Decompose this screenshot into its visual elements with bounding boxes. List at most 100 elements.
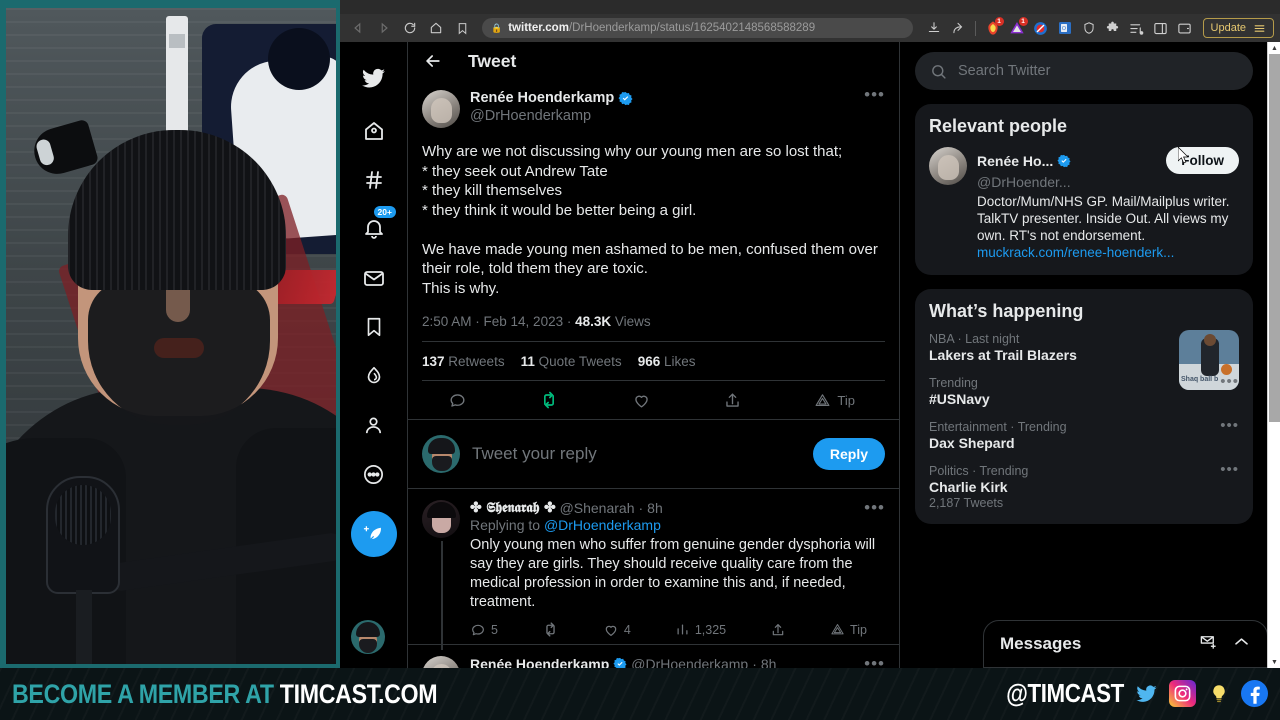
- downloads-icon[interactable]: [923, 17, 945, 39]
- comment-row: Renée Hoenderkamp @DrHoenderkamp · 8h ••…: [408, 644, 899, 668]
- back-icon[interactable]: [422, 50, 444, 72]
- sidebar-item-twitter-blue[interactable]: [352, 354, 396, 398]
- verified-badge-icon: [1057, 154, 1071, 167]
- bookmark-icon[interactable]: [450, 17, 474, 39]
- honey-extension-icon[interactable]: 1: [982, 17, 1004, 39]
- page-title: Tweet: [468, 50, 517, 71]
- like-action-icon[interactable]: [632, 391, 651, 410]
- alert-extension-icon[interactable]: 1: [1006, 17, 1028, 39]
- comment-like-action[interactable]: 4: [603, 622, 631, 638]
- sidebar-item-notifications[interactable]: 20+: [352, 206, 396, 251]
- forward-arrow-icon[interactable]: [372, 17, 396, 39]
- trend-item[interactable]: Entertainment · Trending Dax Shepard •••: [929, 418, 1239, 451]
- relevant-person-avatar[interactable]: [929, 147, 967, 185]
- sidebar-item-profile[interactable]: [352, 403, 396, 447]
- trend-more-icon[interactable]: •••: [1220, 462, 1239, 477]
- trend-name: Dax Shepard: [929, 435, 1015, 451]
- comment-time-sep: ·: [752, 656, 757, 668]
- wallet-icon[interactable]: [1174, 17, 1196, 39]
- tip-action[interactable]: Tip: [814, 392, 855, 409]
- notifications-badge: 20+: [373, 206, 396, 218]
- bio-link[interactable]: muckrack.com/renee-hoenderk...: [977, 245, 1174, 260]
- author-name-row: Renée Hoenderkamp: [470, 90, 633, 107]
- reply-action-icon[interactable]: [448, 391, 467, 410]
- webcam-video: [6, 8, 336, 664]
- comment-more-icon[interactable]: •••: [864, 655, 885, 668]
- collections-icon[interactable]: [1126, 17, 1148, 39]
- comment-retweet-action[interactable]: [542, 621, 559, 638]
- sidebar-item-messages[interactable]: [352, 256, 396, 300]
- chevron-up-icon[interactable]: [1232, 632, 1251, 656]
- comment-more-icon[interactable]: •••: [864, 499, 885, 516]
- thumb-player-head: [1204, 334, 1216, 346]
- trend-item[interactable]: NBA · Last night Lakers at Trail Blazers…: [929, 330, 1239, 390]
- comment-avatar[interactable]: [422, 500, 460, 538]
- verified-badge-icon: [613, 657, 627, 668]
- scrollbar-thumb[interactable]: [1269, 54, 1280, 422]
- svg-text:O: O: [1061, 26, 1065, 32]
- browser-tab-strip[interactable]: [340, 0, 1280, 14]
- tweet-author-row: Renée Hoenderkamp @DrHoenderkamp •••: [422, 86, 885, 128]
- relevant-person-info: Renée Ho... Follow @DrHoender... Doctor/…: [977, 147, 1239, 261]
- author-handle: @DrHoenderkamp: [470, 108, 592, 124]
- split-screen-icon[interactable]: [1150, 17, 1172, 39]
- follow-button[interactable]: Follow: [1166, 147, 1239, 174]
- scroll-down-arrow[interactable]: ▼: [1268, 656, 1280, 668]
- comment-replies-count: 5: [491, 622, 498, 637]
- retweets-stat[interactable]: 137 Retweets: [422, 354, 505, 369]
- update-button[interactable]: Update: [1202, 18, 1274, 38]
- tip-label: Tip: [837, 392, 855, 408]
- reply-composer[interactable]: Tweet your reply Reply: [408, 420, 899, 488]
- puzzle-extensions-icon[interactable]: [1102, 17, 1124, 39]
- sidebar-item-more[interactable]: [352, 452, 396, 496]
- screen: 🔒 twitter.com/DrHoenderkamp/status/16254…: [0, 0, 1280, 720]
- share-action-icon[interactable]: [723, 391, 742, 410]
- reply-input[interactable]: Tweet your reply: [472, 444, 801, 464]
- new-message-icon[interactable]: [1199, 632, 1218, 656]
- comment-tip-action[interactable]: Tip: [830, 622, 867, 637]
- author-avatar[interactable]: [422, 90, 460, 128]
- home-icon[interactable]: [424, 17, 448, 39]
- twitter-logo[interactable]: [352, 56, 396, 100]
- your-avatar[interactable]: [422, 435, 460, 473]
- relevant-person[interactable]: Renée Ho... Follow @DrHoender... Doctor/…: [929, 147, 1239, 261]
- comment-handle: @DrHoenderkamp: [631, 656, 749, 668]
- comment-avatar[interactable]: [422, 656, 460, 668]
- comment-views-action[interactable]: 1,325: [675, 622, 726, 637]
- page-scrollbar[interactable]: ▲ ▼: [1267, 42, 1280, 668]
- comment-share-action[interactable]: [770, 622, 786, 638]
- replying-to-handle[interactable]: @DrHoenderkamp: [544, 517, 661, 533]
- shield-extension-icon[interactable]: [1078, 17, 1100, 39]
- trend-item[interactable]: Politics · Trending Charlie Kirk 2,187 T…: [929, 462, 1239, 510]
- trend-category: Politics · Trending: [929, 464, 1029, 478]
- avatar-beard: [359, 639, 377, 653]
- reply-button[interactable]: Reply: [812, 438, 885, 470]
- comment-reply-action[interactable]: 5: [470, 622, 498, 638]
- back-arrow-icon[interactable]: [346, 17, 370, 39]
- sidebar-item-bookmarks[interactable]: [352, 305, 396, 349]
- office-extension-icon[interactable]: O: [1054, 17, 1076, 39]
- tweet-more-icon[interactable]: •••: [864, 86, 885, 103]
- search-bar[interactable]: Search Twitter: [915, 52, 1253, 90]
- reload-icon[interactable]: [398, 17, 422, 39]
- adblock-extension-icon[interactable]: [1030, 17, 1052, 39]
- sidebar-item-home[interactable]: [352, 109, 396, 153]
- search-input[interactable]: Search Twitter: [958, 63, 1050, 79]
- messages-title: Messages: [1000, 634, 1082, 653]
- comment-row: ✤ 𝕾𝖍𝖊𝖓𝖆𝖗𝖆𝖍 ✤ @Shenarah · 8h ••• Replying…: [408, 488, 899, 650]
- trend-more-icon[interactable]: •••: [1220, 374, 1239, 389]
- sidebar-item-explore[interactable]: [352, 158, 396, 202]
- trend-item[interactable]: Trending #USNavy •••: [929, 374, 1239, 407]
- trend-more-icon[interactable]: •••: [1220, 418, 1239, 433]
- quotes-label: Quote Tweets: [538, 354, 622, 369]
- likes-stat[interactable]: 966 Likes: [638, 354, 696, 369]
- quotes-stat[interactable]: 11 Quote Tweets: [521, 354, 622, 369]
- share-icon[interactable]: [947, 17, 969, 39]
- messages-dock[interactable]: Messages: [983, 620, 1268, 668]
- retweet-action-icon[interactable]: [539, 390, 559, 410]
- tip-icon: [831, 624, 844, 635]
- sidebar-account-avatar[interactable]: [351, 620, 385, 654]
- scroll-up-arrow[interactable]: ▲: [1268, 42, 1280, 54]
- address-bar[interactable]: 🔒 twitter.com/DrHoenderkamp/status/16254…: [482, 18, 913, 38]
- compose-tweet-button[interactable]: [350, 511, 397, 557]
